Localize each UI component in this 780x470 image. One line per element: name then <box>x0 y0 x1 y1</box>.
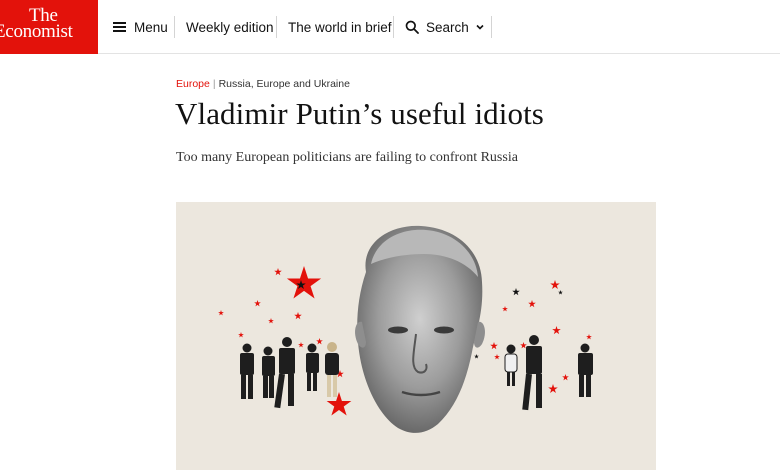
figure <box>306 343 319 391</box>
chevron-down-icon <box>476 24 484 30</box>
search-icon <box>405 20 419 34</box>
central-portrait <box>355 225 485 433</box>
world-in-brief-link[interactable]: The world in brief <box>288 0 392 54</box>
figure <box>325 342 339 397</box>
figure <box>504 344 518 386</box>
illustration-artwork <box>218 225 593 433</box>
hamburger-icon <box>113 22 126 32</box>
weekly-edition-link[interactable]: Weekly edition <box>186 0 274 54</box>
figure <box>578 343 593 397</box>
figure <box>522 335 542 411</box>
figure <box>240 343 254 399</box>
search-label: Search <box>426 19 469 35</box>
site-header: The Economist Menu Weekly edition The wo… <box>0 0 780 54</box>
nav-divider <box>276 16 277 38</box>
economist-logo[interactable]: The Economist <box>0 0 98 54</box>
subsection-link[interactable]: Russia, Europe and Ukraine <box>219 78 350 90</box>
kicker-separator: | <box>212 78 216 90</box>
article-subheadline: Too many European politicians are failin… <box>176 150 518 165</box>
lead-illustration <box>176 202 656 470</box>
nav-divider <box>174 16 175 38</box>
left-figures <box>240 337 339 409</box>
figure <box>262 346 275 398</box>
logo-line-2: Economist <box>0 21 73 42</box>
menu-label: Menu <box>134 19 168 35</box>
section-link[interactable]: Europe <box>176 78 210 90</box>
world-in-brief-label: The world in brief <box>288 19 392 35</box>
right-figures <box>504 335 593 411</box>
menu-button[interactable]: Menu <box>113 0 168 54</box>
figure <box>274 337 295 409</box>
search-button[interactable]: Search <box>405 0 485 54</box>
weekly-edition-label: Weekly edition <box>186 19 274 35</box>
article-kicker: Europe | Russia, Europe and Ukraine <box>176 78 350 90</box>
article-headline: Vladimir Putin’s useful idiots <box>175 96 544 131</box>
nav-divider <box>393 16 394 38</box>
nav-divider <box>491 16 492 38</box>
